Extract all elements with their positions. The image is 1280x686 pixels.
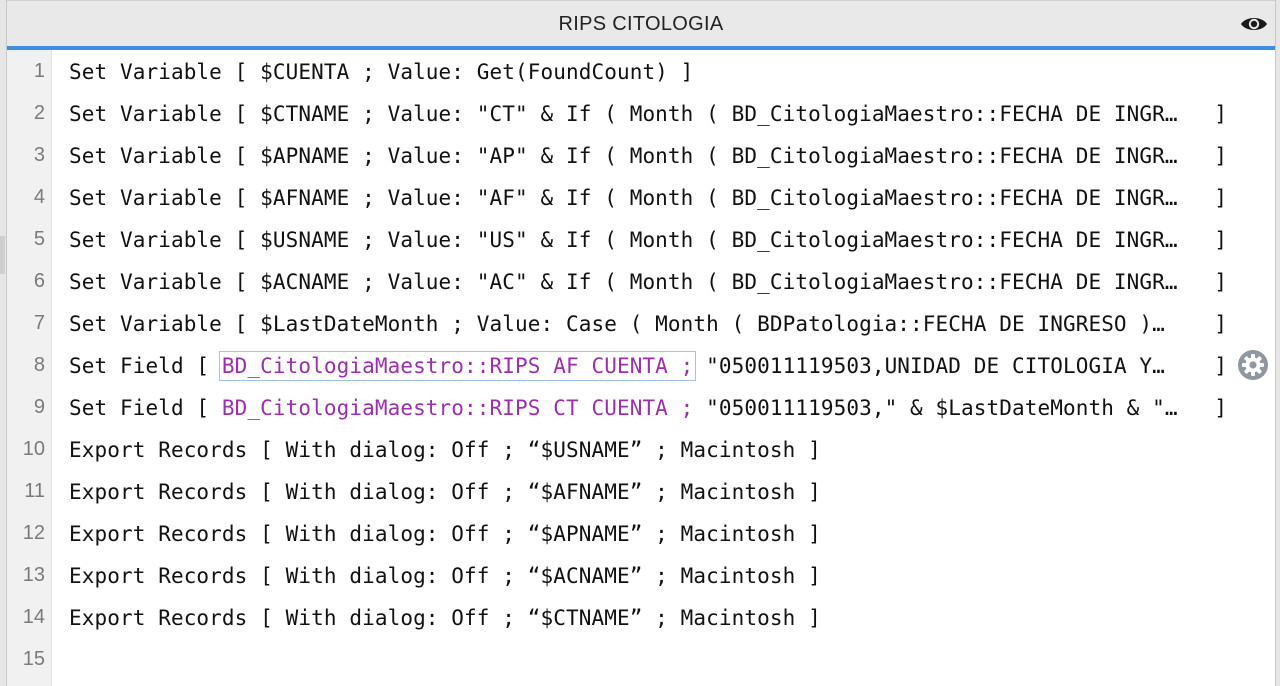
line-number: 10 <box>22 438 45 460</box>
script-step[interactable]: 7 Set Variable [ $LastDateMonth ; Value:… <box>7 303 1275 345</box>
step-text: Set Variable [ $USNAME ; Value: "US" & I… <box>69 228 1178 252</box>
step-text: Set Variable [ $ACNAME ; Value: "AC" & I… <box>69 270 1178 294</box>
script-step[interactable]: 2 Set Variable [ $CTNAME ; Value: "CT" &… <box>7 93 1275 135</box>
step-close-bracket: ] <box>1214 312 1227 336</box>
right-panel-edge <box>1276 0 1280 686</box>
script-step[interactable]: 4 Set Variable [ $AFNAME ; Value: "AF" &… <box>7 177 1275 219</box>
script-step[interactable]: 5 Set Variable [ $USNAME ; Value: "US" &… <box>7 219 1275 261</box>
step-text: Export Records [ With dialog: Off ; “$AF… <box>69 480 821 504</box>
step-close-bracket: ] <box>1214 396 1227 420</box>
line-number: 12 <box>22 522 45 544</box>
eye-icon[interactable] <box>1239 13 1269 35</box>
gear-icon[interactable] <box>1237 349 1269 381</box>
script-step[interactable]: 12 Export Records [ With dialog: Off ; “… <box>7 513 1275 555</box>
script-step[interactable]: 3 Set Variable [ $APNAME ; Value: "AP" &… <box>7 135 1275 177</box>
line-number: 5 <box>33 228 45 250</box>
panel-resize-handle[interactable] <box>0 236 5 274</box>
step-close-bracket: ] <box>1214 228 1227 252</box>
step-close-bracket: ] <box>1214 144 1227 168</box>
script-step[interactable]: 11 Export Records [ With dialog: Off ; “… <box>7 471 1275 513</box>
script-title[interactable]: RIPS CITOLOGIA <box>7 13 1275 36</box>
line-number: 9 <box>33 396 45 418</box>
line-number: 3 <box>33 144 45 166</box>
script-step[interactable]: 15 <box>7 639 1275 681</box>
step-text: Export Records [ With dialog: Off ; “$US… <box>69 438 821 462</box>
field-reference[interactable]: BD_CitologiaMaestro::RIPS CT CUENTA ; <box>222 396 694 420</box>
step-text: Export Records [ With dialog: Off ; “$CT… <box>69 606 821 630</box>
line-number: 14 <box>22 606 45 628</box>
script-workspace: RIPS CITOLOGIA 1 Set Variable [ $CUENTA … <box>6 0 1276 686</box>
script-step[interactable]: 1 Set Variable [ $CUENTA ; Value: Get(Fo… <box>7 51 1275 93</box>
step-text: Export Records [ With dialog: Off ; “$AC… <box>69 564 821 588</box>
field-reference[interactable]: BD_CitologiaMaestro::RIPS AF CUENTA ; <box>218 351 697 381</box>
line-number: 6 <box>33 270 45 292</box>
line-number: 1 <box>33 60 45 82</box>
step-text: Export Records [ With dialog: Off ; “$AP… <box>69 522 821 546</box>
step-close-bracket: ] <box>1214 354 1227 378</box>
line-number: 13 <box>22 564 45 586</box>
script-step[interactable]: 10 Export Records [ With dialog: Off ; “… <box>7 429 1275 471</box>
line-number: 15 <box>22 648 45 670</box>
step-close-bracket: ] <box>1214 102 1227 126</box>
line-number: 11 <box>24 480 45 502</box>
script-step[interactable]: 13 Export Records [ With dialog: Off ; “… <box>7 555 1275 597</box>
script-step[interactable]: 6 Set Variable [ $ACNAME ; Value: "AC" &… <box>7 261 1275 303</box>
step-text: Set Variable [ $CTNAME ; Value: "CT" & I… <box>69 102 1178 126</box>
script-tab-bar: RIPS CITOLOGIA <box>7 0 1275 46</box>
step-text: Set Variable [ $APNAME ; Value: "AP" & I… <box>69 144 1178 168</box>
line-number: 8 <box>33 354 45 376</box>
line-number: 7 <box>33 312 45 334</box>
step-close-bracket: ] <box>1214 270 1227 294</box>
step-text: Set Field [ BD_CitologiaMaestro::RIPS CT… <box>69 396 1178 420</box>
line-number: 4 <box>33 186 45 208</box>
script-step[interactable]: 9 Set Field [ BD_CitologiaMaestro::RIPS … <box>7 387 1275 429</box>
line-number: 2 <box>33 102 45 124</box>
script-step[interactable]: 8 Set Field [ BD_CitologiaMaestro::RIPS … <box>7 345 1275 387</box>
step-text: Set Field [ BD_CitologiaMaestro::RIPS AF… <box>69 351 1165 381</box>
step-close-bracket: ] <box>1214 186 1227 210</box>
step-text: Set Variable [ $LastDateMonth ; Value: C… <box>69 312 1165 336</box>
step-text: Set Variable [ $CUENTA ; Value: Get(Foun… <box>69 60 694 84</box>
step-text: Set Variable [ $AFNAME ; Value: "AF" & I… <box>69 186 1178 210</box>
script-step[interactable]: 14 Export Records [ With dialog: Off ; “… <box>7 597 1275 639</box>
active-tab-indicator <box>7 46 1275 50</box>
